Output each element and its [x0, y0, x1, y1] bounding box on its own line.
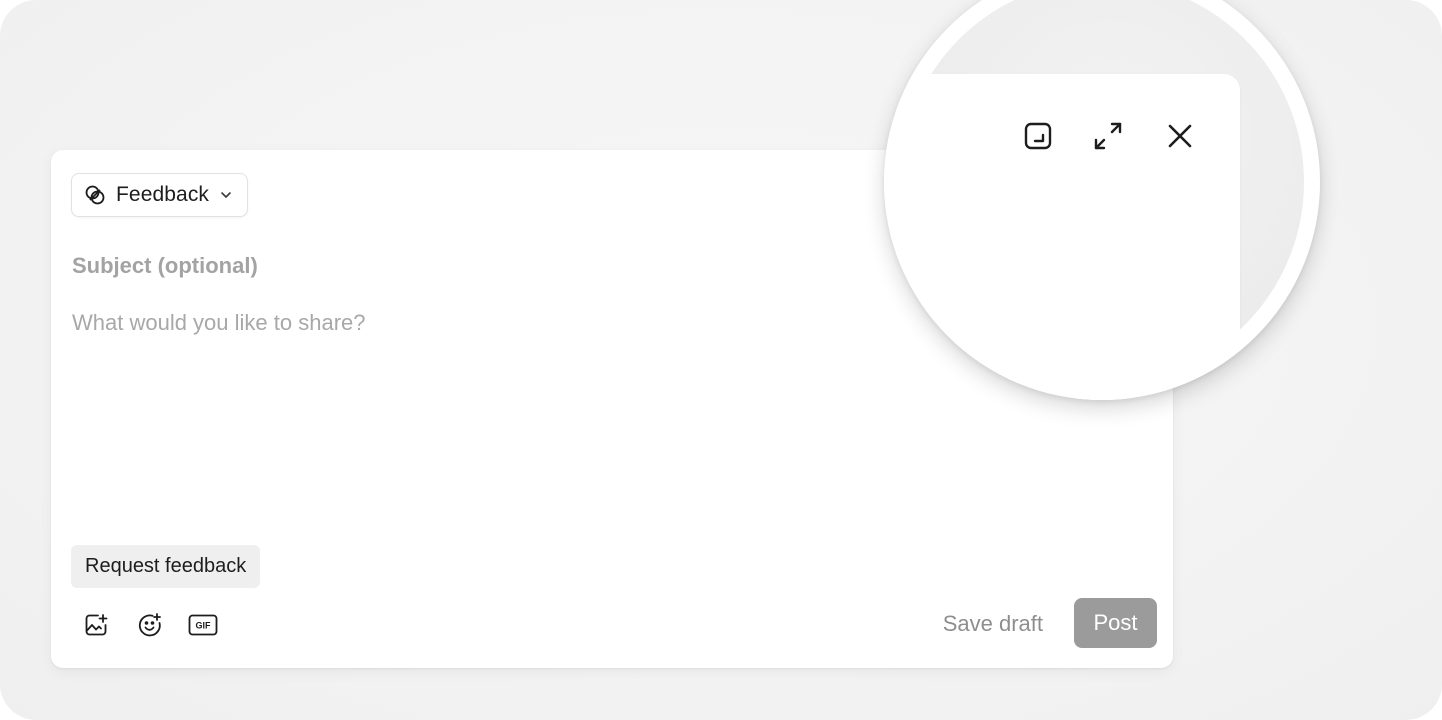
save-draft-button[interactable]: Save draft: [943, 602, 1043, 646]
chevron-down-icon: [219, 188, 233, 202]
post-type-dropdown[interactable]: Feedback: [71, 173, 249, 217]
gif-icon[interactable]: GIF: [188, 610, 218, 640]
app-background: Feedback Request feedback: [0, 0, 1442, 720]
minimize-window-icon[interactable]: [1018, 116, 1058, 156]
close-icon[interactable]: [1160, 116, 1200, 156]
add-image-icon[interactable]: [81, 610, 111, 640]
post-type-label: Feedback: [116, 183, 210, 206]
message-body-input[interactable]: [72, 303, 852, 343]
feedback-circles-icon: [84, 184, 106, 206]
expand-icon[interactable]: [1088, 116, 1128, 156]
add-emoji-icon[interactable]: [135, 610, 165, 640]
magnifier-callout: [884, 0, 1320, 400]
subject-input[interactable]: [72, 253, 852, 279]
request-feedback-button[interactable]: Request feedback: [71, 545, 261, 588]
svg-text:GIF: GIF: [196, 621, 212, 631]
post-button[interactable]: Post: [1074, 598, 1157, 648]
